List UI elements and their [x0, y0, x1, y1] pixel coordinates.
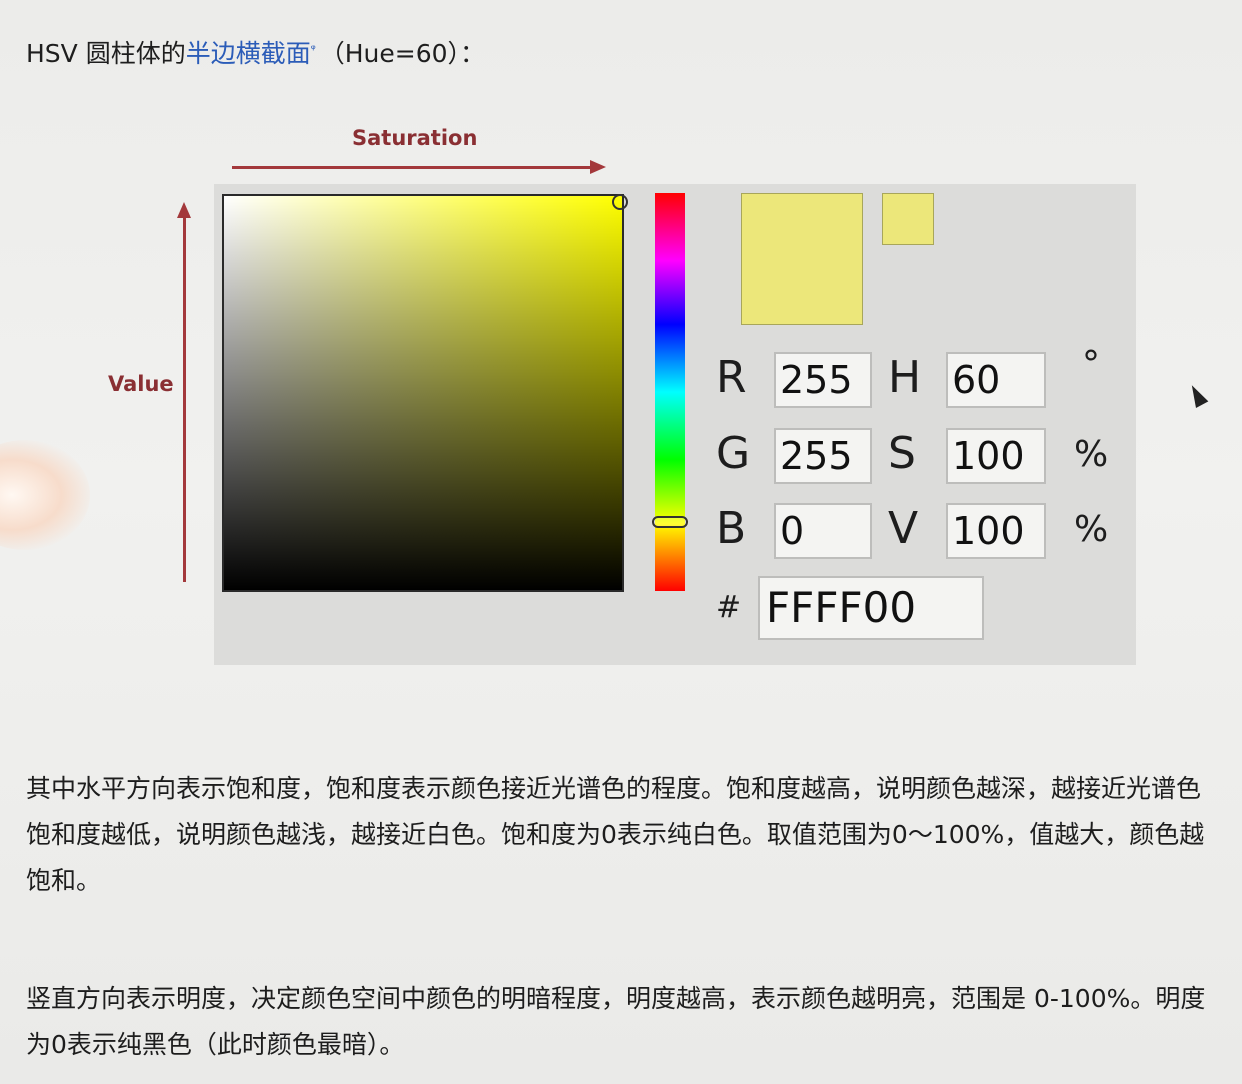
previous-color-swatch[interactable] [882, 193, 934, 245]
saturation-arrow [232, 166, 598, 169]
v-label: V [888, 503, 919, 554]
hue-slider[interactable] [655, 193, 685, 591]
value-description: 竖直方向表示明度，决定颜色空间中颜色的明暗程度，明度越高，表示颜色越明亮，范围是… [26, 984, 1206, 1059]
g-label: G [716, 428, 751, 479]
saturation-description: 其中水平方向表示饱和度，饱和度表示颜色接近光谱色的程度。饱和度越高，说明颜色越深… [26, 774, 1205, 895]
saturation-label: Saturation [352, 126, 478, 150]
section-heading: HSV 圆柱体的半边横截面ᵠ （Hue=60）： [26, 34, 485, 70]
heading-suffix: （Hue=60）： [319, 39, 486, 68]
hex-hash-label: # [716, 590, 742, 625]
g-input[interactable]: 255 [774, 428, 872, 484]
cross-section-link[interactable]: 半边横截面 [186, 39, 311, 68]
saturation-arrow-head [590, 160, 606, 174]
saturation-value-square[interactable] [222, 194, 624, 592]
current-color-swatch [741, 193, 863, 325]
value-label: Value [108, 372, 174, 396]
h-label: H [888, 352, 922, 403]
screen-glare [0, 440, 90, 550]
v-input[interactable]: 100 [946, 503, 1046, 559]
value-arrow-head [177, 202, 191, 218]
h-input[interactable]: 60 [946, 352, 1046, 408]
degree-unit: ° [1082, 344, 1100, 385]
s-input[interactable]: 100 [946, 428, 1046, 484]
s-percent-unit: % [1074, 434, 1109, 475]
v-percent-unit: % [1074, 509, 1109, 550]
heading-prefix: HSV 圆柱体的 [26, 39, 186, 68]
s-label: S [888, 428, 916, 479]
b-input[interactable]: 0 [774, 503, 872, 559]
r-input[interactable]: 255 [774, 352, 872, 408]
mouse-pointer-icon [1185, 382, 1209, 408]
hue-slider-handle[interactable] [652, 516, 688, 528]
r-label: R [716, 352, 747, 403]
value-arrow [183, 214, 186, 582]
hex-input[interactable]: FFFF00 [758, 576, 984, 640]
sv-picker-handle[interactable] [612, 194, 628, 210]
b-label: B [716, 503, 747, 554]
search-icon[interactable]: ᵠ [311, 42, 316, 56]
